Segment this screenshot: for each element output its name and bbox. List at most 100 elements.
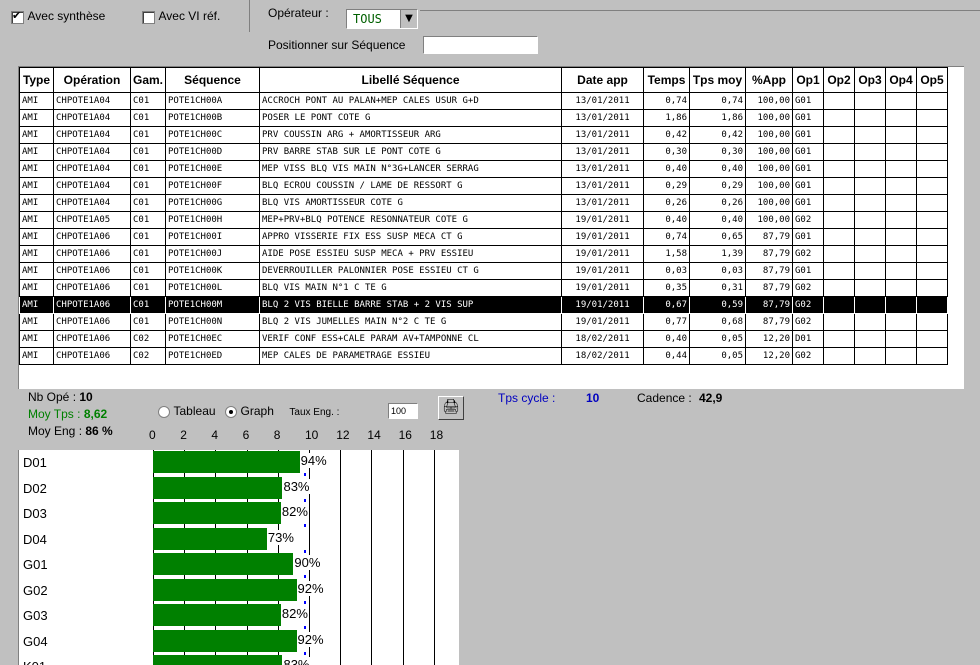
table-cell[interactable]: 0,74 xyxy=(643,228,691,246)
table-cell[interactable]: POTE1CH00L xyxy=(165,279,261,297)
table-cell[interactable]: G01 xyxy=(792,92,825,110)
table-cell[interactable] xyxy=(823,245,856,263)
table-cell[interactable] xyxy=(823,228,856,246)
table-cell[interactable]: 0,05 xyxy=(689,347,747,365)
table-cell[interactable]: POTE1CH00N xyxy=(165,313,261,331)
table-cell[interactable]: G02 xyxy=(792,296,825,314)
table-cell[interactable] xyxy=(823,330,856,348)
operateur-select[interactable]: TOUS ▼ xyxy=(346,9,418,29)
radio-tableau[interactable] xyxy=(158,406,170,418)
table-cell[interactable]: 87,79 xyxy=(745,279,794,297)
table-cell[interactable] xyxy=(854,245,887,263)
table-cell[interactable]: 0,30 xyxy=(689,143,747,161)
table-cell[interactable]: C01 xyxy=(129,279,167,297)
table-cell[interactable]: 0,67 xyxy=(643,296,691,314)
table-cell[interactable]: 19/01/2011 xyxy=(561,228,645,246)
table-cell[interactable] xyxy=(885,143,918,161)
table-cell[interactable]: 0,03 xyxy=(689,262,747,280)
table-cell[interactable]: 100,00 xyxy=(745,177,794,195)
table-cell[interactable]: VERIF CONF ESS+CALE PARAM AV+TAMPONNE CL xyxy=(259,330,563,348)
table-cell[interactable]: C01 xyxy=(129,160,167,178)
table-cell[interactable] xyxy=(916,160,949,178)
table-row[interactable]: AMI CHPOTE1A04 C01 POTE1CH00B POSER LE PONT … xyxy=(19,109,949,127)
table-cell[interactable] xyxy=(885,296,918,314)
table-cell[interactable]: 0,05 xyxy=(689,330,747,348)
table-cell[interactable]: 0,30 xyxy=(643,143,691,161)
table-cell[interactable]: G01 xyxy=(792,160,825,178)
table-cell[interactable]: 87,79 xyxy=(745,245,794,263)
table-cell[interactable]: POTE1CH00E xyxy=(165,160,261,178)
table-cell[interactable]: AMI xyxy=(19,245,54,263)
table-cell[interactable]: POTE1CH0ED xyxy=(165,347,261,365)
table-cell[interactable]: 87,79 xyxy=(745,296,794,314)
table-cell[interactable]: POTE1CH00F xyxy=(165,177,261,195)
table-row[interactable]: AMI CHPOTE1A05 C01 POTE1CH00H MEP+PRV+BLQ PO… xyxy=(19,211,949,229)
table-cell[interactable]: AMI xyxy=(19,330,54,348)
table-cell[interactable]: AMI xyxy=(19,194,54,212)
table-cell[interactable]: C01 xyxy=(129,296,167,314)
table-cell[interactable]: 0,74 xyxy=(643,92,691,110)
table-cell[interactable]: 0,42 xyxy=(689,126,747,144)
table-cell[interactable]: 1,86 xyxy=(689,109,747,127)
table-cell[interactable] xyxy=(916,228,949,246)
table-cell[interactable]: 0,42 xyxy=(643,126,691,144)
table-cell[interactable] xyxy=(885,262,918,280)
table-cell[interactable]: G01 xyxy=(792,143,825,161)
table-cell[interactable]: 18/02/2011 xyxy=(561,347,645,365)
table-cell[interactable]: 19/01/2011 xyxy=(561,313,645,331)
table-cell[interactable]: BLQ VIS MAIN N°1 C TE G xyxy=(259,279,563,297)
table-cell[interactable] xyxy=(823,177,856,195)
table-row[interactable]: AMI CHPOTE1A04 C01 POTE1CH00G BLQ VIS AMORTI… xyxy=(19,194,949,212)
table-cell[interactable]: C01 xyxy=(129,92,167,110)
table-cell[interactable] xyxy=(854,313,887,331)
table-cell[interactable] xyxy=(823,194,856,212)
table-cell[interactable]: G01 xyxy=(792,262,825,280)
table-row[interactable]: AMI CHPOTE1A06 C02 POTE1CH0EC VERIF CONF ESS… xyxy=(19,330,949,348)
table-cell[interactable]: C01 xyxy=(129,262,167,280)
positionner-input[interactable] xyxy=(423,36,538,54)
table-cell[interactable]: 1,86 xyxy=(643,109,691,127)
table-cell[interactable]: G01 xyxy=(792,228,825,246)
table-cell[interactable] xyxy=(854,177,887,195)
table-cell[interactable] xyxy=(823,347,856,365)
table-cell[interactable]: CHPOTE1A04 xyxy=(53,109,131,127)
table-cell[interactable] xyxy=(885,228,918,246)
table-cell[interactable]: AMI xyxy=(19,296,54,314)
table-cell[interactable] xyxy=(885,330,918,348)
column-header[interactable]: %App xyxy=(745,67,794,93)
table-cell[interactable] xyxy=(823,126,856,144)
table-cell[interactable]: G02 xyxy=(792,211,825,229)
table-cell[interactable] xyxy=(854,126,887,144)
table-cell[interactable]: PRV COUSSIN ARG + AMORTISSEUR ARG xyxy=(259,126,563,144)
column-header[interactable]: Tps moy xyxy=(689,67,747,93)
table-cell[interactable]: 13/01/2011 xyxy=(561,126,645,144)
table-cell[interactable]: CHPOTE1A04 xyxy=(53,126,131,144)
table-cell[interactable] xyxy=(885,194,918,212)
table-cell[interactable] xyxy=(916,347,949,365)
table-cell[interactable]: C01 xyxy=(129,245,167,263)
table-cell[interactable]: APPRO VISSERIE FIX ESS SUSP MECA CT G xyxy=(259,228,563,246)
table-cell[interactable]: C01 xyxy=(129,143,167,161)
table-cell[interactable] xyxy=(916,279,949,297)
table-cell[interactable] xyxy=(885,347,918,365)
table-cell[interactable]: CHPOTE1A06 xyxy=(53,279,131,297)
table-cell[interactable] xyxy=(823,92,856,110)
table-cell[interactable] xyxy=(823,160,856,178)
table-cell[interactable]: 19/01/2011 xyxy=(561,296,645,314)
table-cell[interactable]: 0,74 xyxy=(689,92,747,110)
table-cell[interactable]: POTE1CH00G xyxy=(165,194,261,212)
table-cell[interactable]: MEP CALES DE PARAMETRAGE ESSIEU xyxy=(259,347,563,365)
column-header[interactable]: Type xyxy=(19,67,54,93)
table-cell[interactable] xyxy=(885,126,918,144)
table-cell[interactable] xyxy=(854,194,887,212)
table-cell[interactable]: BLQ VIS AMORTISSEUR COTE G xyxy=(259,194,563,212)
table-cell[interactable]: CHPOTE1A06 xyxy=(53,330,131,348)
table-cell[interactable]: CHPOTE1A06 xyxy=(53,313,131,331)
table-cell[interactable]: 0,68 xyxy=(689,313,747,331)
table-cell[interactable]: 19/01/2011 xyxy=(561,262,645,280)
table-cell[interactable]: 0,26 xyxy=(643,194,691,212)
table-cell[interactable] xyxy=(916,245,949,263)
column-header[interactable]: Op1 xyxy=(792,67,825,93)
column-header[interactable]: Op5 xyxy=(916,67,949,93)
table-cell[interactable]: 18/02/2011 xyxy=(561,330,645,348)
